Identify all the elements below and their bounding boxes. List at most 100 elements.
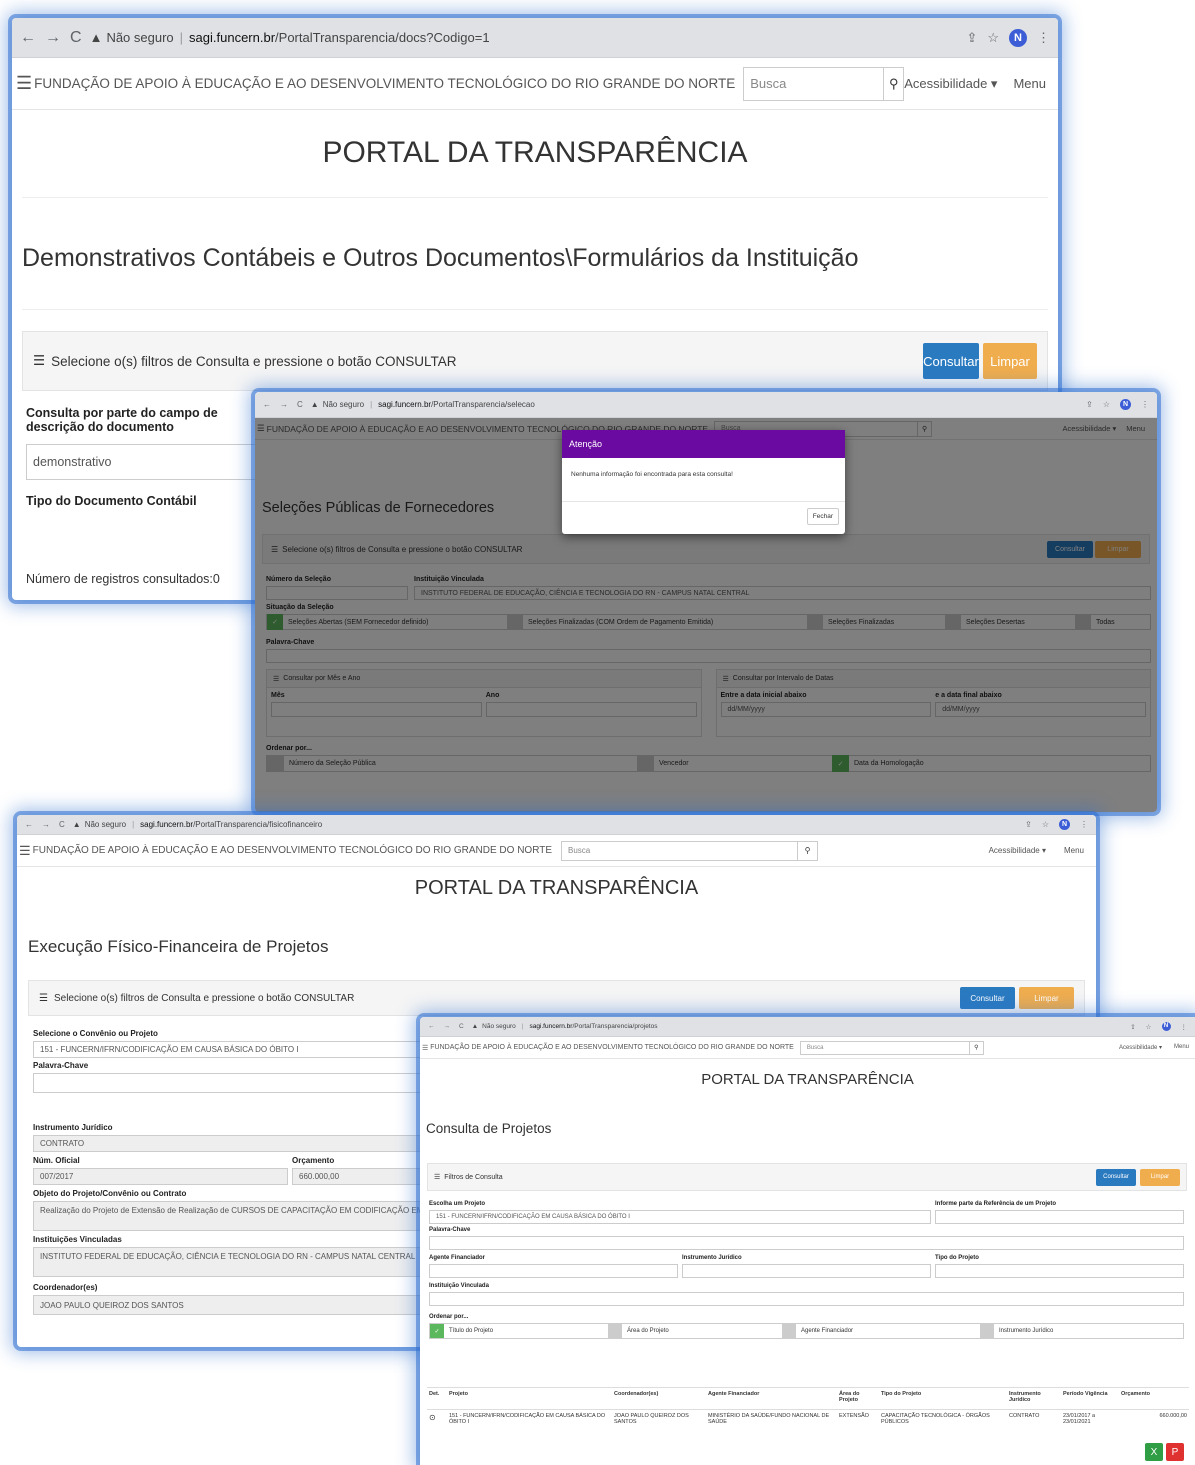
more-icon[interactable]: ⋮ <box>1037 30 1050 46</box>
warning-icon: ▲ <box>471 1023 479 1030</box>
excel-export-icon[interactable]: X <box>1145 1443 1163 1461</box>
filter-panel: ☰ Selecione o(s) filtros de Consulta e p… <box>22 331 1048 391</box>
forward-icon[interactable]: → <box>444 1023 451 1030</box>
type-select[interactable] <box>935 1264 1184 1278</box>
limpar-button[interactable]: Limpar <box>983 343 1037 379</box>
org-name: FUNDAÇÃO DE APOIO À EDUCAÇÃO E AO DESENV… <box>34 76 736 91</box>
share-icon[interactable]: ⇪ <box>1130 1023 1135 1031</box>
accessibility-menu[interactable]: Acessibilidade ▾ <box>904 76 997 92</box>
portal-title: PORTAL DA TRANSPARÊNCIA <box>701 1071 914 1088</box>
instrument-select[interactable] <box>682 1264 931 1278</box>
limpar-button[interactable]: Limpar <box>1140 1168 1180 1186</box>
star-icon[interactable]: ☆ <box>1103 400 1110 409</box>
share-icon[interactable]: ⇪ <box>966 30 977 46</box>
checkbox[interactable] <box>980 1324 994 1338</box>
reload-icon[interactable]: C <box>59 820 65 829</box>
screenshot-selecao: ← → C ▲ Não seguro | sagi.funcern.br/Port… <box>255 392 1157 812</box>
search-input[interactable]: Busca ⚲ <box>743 66 905 101</box>
reload-icon[interactable]: C <box>70 29 82 47</box>
hamburger-icon[interactable]: ☰ <box>19 843 31 859</box>
list-icon: ☰ <box>33 353 46 368</box>
warning-icon: ▲ <box>89 30 103 45</box>
star-icon[interactable]: ☆ <box>1146 1023 1152 1031</box>
search-icon[interactable]: ⚲ <box>968 1041 983 1054</box>
search-icon[interactable]: ⚲ <box>797 841 817 860</box>
avatar[interactable]: N <box>1161 1022 1171 1031</box>
table-header-row: Det. Projeto Coordenador(es) Agente Fina… <box>427 1388 1189 1410</box>
check-icon[interactable]: ✓ <box>430 1324 444 1338</box>
field-label: Consulta por parte do campo de descrição… <box>26 406 218 434</box>
browser-toolbar: ← → C ▲ Não seguro | sagi.funcern.br/Port… <box>420 1017 1195 1037</box>
address-bar[interactable]: ▲ Não seguro | sagi.funcern.br/PortalTran… <box>472 1023 1131 1030</box>
detail-icon[interactable]: ⊙ <box>429 1413 436 1422</box>
agent-select[interactable] <box>429 1264 678 1278</box>
page-title: Demonstrativos Contábeis e Outros Docume… <box>22 198 1048 310</box>
accessibility-menu[interactable]: Acessibilidade ▾ <box>989 846 1046 855</box>
more-icon[interactable]: ⋮ <box>1141 400 1149 409</box>
avatar[interactable]: N <box>1059 819 1070 830</box>
back-icon[interactable]: ← <box>263 400 271 409</box>
more-icon[interactable]: ⋮ <box>1080 820 1088 829</box>
site-header: ☰ FUNDAÇÃO DE APOIO À EDUCAÇÃO E AO DESE… <box>420 1037 1195 1059</box>
search-input[interactable]: Busca ⚲ <box>799 1040 984 1055</box>
limpar-button[interactable]: Limpar <box>1019 987 1074 1009</box>
warning-icon: ▲ <box>310 400 319 409</box>
checkbox[interactable] <box>608 1324 622 1338</box>
share-icon[interactable]: ⇪ <box>1025 820 1032 829</box>
reload-icon[interactable]: C <box>459 1023 464 1030</box>
close-button[interactable]: Fechar <box>806 508 839 525</box>
project-select[interactable]: 151 - FUNCERN/IFRN/CODIFICAÇÃO EM CAUSA … <box>429 1210 931 1224</box>
pdf-export-icon[interactable]: P <box>1166 1443 1184 1461</box>
hamburger-icon[interactable]: ☰ <box>422 1044 428 1052</box>
address-bar[interactable]: ▲ Não seguro | sagi.funcern.br/PortalTran… <box>90 30 967 45</box>
share-icon[interactable]: ⇪ <box>1086 400 1093 409</box>
reload-icon[interactable]: C <box>297 400 303 409</box>
browser-toolbar: ← → C ▲ Não seguro | sagi.funcern.br/Port… <box>17 815 1096 835</box>
back-icon[interactable]: ← <box>25 820 33 829</box>
page-title: Execução Físico-Financeira de Projetos <box>28 937 329 956</box>
site-header: ☰ FUNDAÇÃO DE APOIO À EDUCAÇÃO E AO DESE… <box>12 58 1058 110</box>
hamburger-icon[interactable]: ☰ <box>16 73 32 94</box>
back-icon[interactable]: ← <box>20 29 36 47</box>
browser-toolbar: ← → C ▲ Não seguro | sagi.funcern.br/Port… <box>12 18 1058 58</box>
address-bar[interactable]: ▲ Não seguro | sagi.funcern.br/PortalTran… <box>311 400 1086 409</box>
search-icon[interactable]: ⚲ <box>883 67 903 100</box>
search-input[interactable]: Busca ⚲ <box>561 840 819 861</box>
consultar-button[interactable]: Consultar <box>1096 1168 1136 1186</box>
more-icon[interactable]: ⋮ <box>1181 1023 1188 1031</box>
forward-icon[interactable]: → <box>280 400 288 409</box>
screenshot-projetos: ← → C ▲ Não seguro | sagi.funcern.br/Port… <box>420 1017 1195 1465</box>
forward-icon[interactable]: → <box>45 29 61 47</box>
official-number-field: 007/2017 <box>33 1168 288 1185</box>
checkbox[interactable] <box>782 1324 796 1338</box>
list-icon: ☰ <box>39 992 48 1004</box>
forward-icon[interactable]: → <box>42 820 50 829</box>
institution-select[interactable] <box>429 1292 1184 1306</box>
filter-panel: ☰ Filtros de Consulta Consultar Limpar <box>427 1163 1187 1191</box>
menu-link[interactable]: Menu <box>1174 1044 1189 1051</box>
keyword-input[interactable] <box>429 1236 1184 1250</box>
list-icon: ☰ <box>434 1174 441 1181</box>
menu-link[interactable]: Menu <box>1064 846 1084 855</box>
consultar-button[interactable]: Consultar <box>923 343 979 379</box>
star-icon[interactable]: ☆ <box>1042 820 1049 829</box>
back-icon[interactable]: ← <box>428 1023 435 1030</box>
menu-link[interactable]: Menu <box>1013 76 1046 92</box>
consultar-button[interactable]: Consultar <box>960 987 1015 1009</box>
avatar[interactable]: N <box>1120 399 1131 410</box>
page-title: Consulta de Projetos <box>426 1121 552 1136</box>
alert-modal: Atenção Nenhuma informação foi encontrad… <box>562 430 845 534</box>
portal-title: PORTAL DA TRANSPARÊNCIA <box>22 110 1048 198</box>
field-label: Tipo do Documento Contábil <box>26 494 197 508</box>
avatar[interactable]: N <box>1009 28 1027 47</box>
accessibility-menu[interactable]: Acessibilidade ▾ <box>1119 1044 1162 1051</box>
address-bar[interactable]: ▲ Não seguro | sagi.funcern.br/PortalTran… <box>73 820 1025 829</box>
description-input[interactable]: demonstrativo <box>26 444 266 480</box>
portal-title: PORTAL DA TRANSPARÊNCIA <box>414 877 699 899</box>
projects-table: Det. Projeto Coordenador(es) Agente Fina… <box>427 1387 1189 1432</box>
star-icon[interactable]: ☆ <box>987 30 999 46</box>
warning-icon: ▲ <box>72 820 81 829</box>
browser-toolbar: ← → C ▲ Não seguro | sagi.funcern.br/Port… <box>255 392 1157 418</box>
records-count: Número de registros consultados:0 <box>26 572 220 586</box>
reference-input[interactable] <box>935 1210 1184 1224</box>
